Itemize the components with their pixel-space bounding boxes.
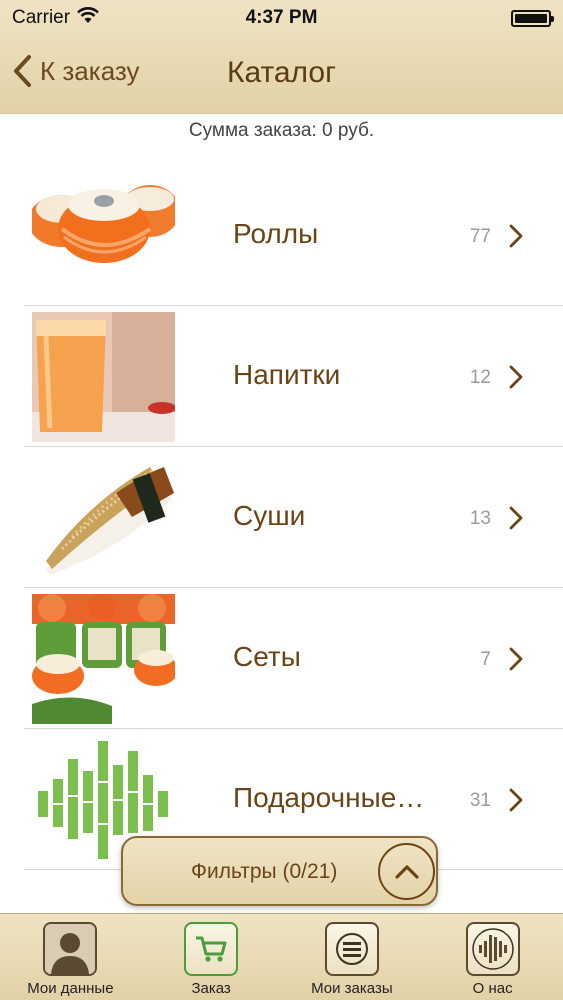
navigation-bar: К заказу Каталог [0,36,563,114]
category-row-sets[interactable]: Сеты 7 [0,588,563,729]
category-label: Роллы [233,218,319,249]
battery-icon [511,9,554,27]
category-label: Напитки [233,359,341,390]
category-count: 77 [469,226,491,247]
category-list: Роллы 77 Напитки 12 Суши 13 Сеты 7 Подар… [0,165,563,870]
category-label: Суши [233,500,306,531]
carrier-label: Carrier [12,7,71,28]
category-count: 13 [469,508,491,529]
tab-label: Заказ [191,980,231,997]
sets-image [32,594,175,724]
chevron-right-icon [509,788,523,817]
wifi-icon [76,6,100,30]
chevron-right-icon [509,224,523,253]
cart-icon [184,922,239,976]
chevron-up-icon[interactable] [378,843,435,900]
person-icon [43,922,98,976]
category-label: Сеты [233,641,301,672]
tab-my-data[interactable]: Мои данные [0,914,141,1000]
tab-label: Мои данные [27,980,114,997]
sushi-image [32,453,175,583]
page-title: Каталог [226,56,337,89]
tab-order[interactable]: Заказ [141,914,282,1000]
status-bar: Carrier 4:37 PM [0,0,563,36]
category-row-drinks[interactable]: Напитки 12 [0,306,563,447]
tab-label: Мои заказы [311,980,393,997]
category-row-rolls[interactable]: Роллы 77 [0,165,563,306]
drink-image [32,312,175,442]
bamboo-logo-icon [465,922,520,976]
rolls-image [32,171,175,301]
category-count: 7 [480,649,491,670]
category-count: 31 [469,790,491,811]
chevron-right-icon [509,365,523,394]
category-count: 12 [469,367,491,388]
tab-bar: Мои данные Заказ Мои заказы О нас [0,913,563,1000]
tab-about[interactable]: О нас [422,914,563,1000]
chevron-right-icon [509,647,523,676]
tab-my-orders[interactable]: Мои заказы [282,914,423,1000]
chevron-right-icon [509,506,523,535]
filter-label: Фильтры (0/21) [191,860,338,883]
filter-button[interactable]: Фильтры (0/21) [121,836,438,906]
order-sum: Сумма заказа: 0 руб. [188,120,375,141]
tab-label: О нас [472,980,513,997]
status-left: Carrier [12,6,100,30]
list-icon [324,922,379,976]
category-row-sushi[interactable]: Суши 13 [0,447,563,588]
category-label: Подарочные… [233,782,425,813]
